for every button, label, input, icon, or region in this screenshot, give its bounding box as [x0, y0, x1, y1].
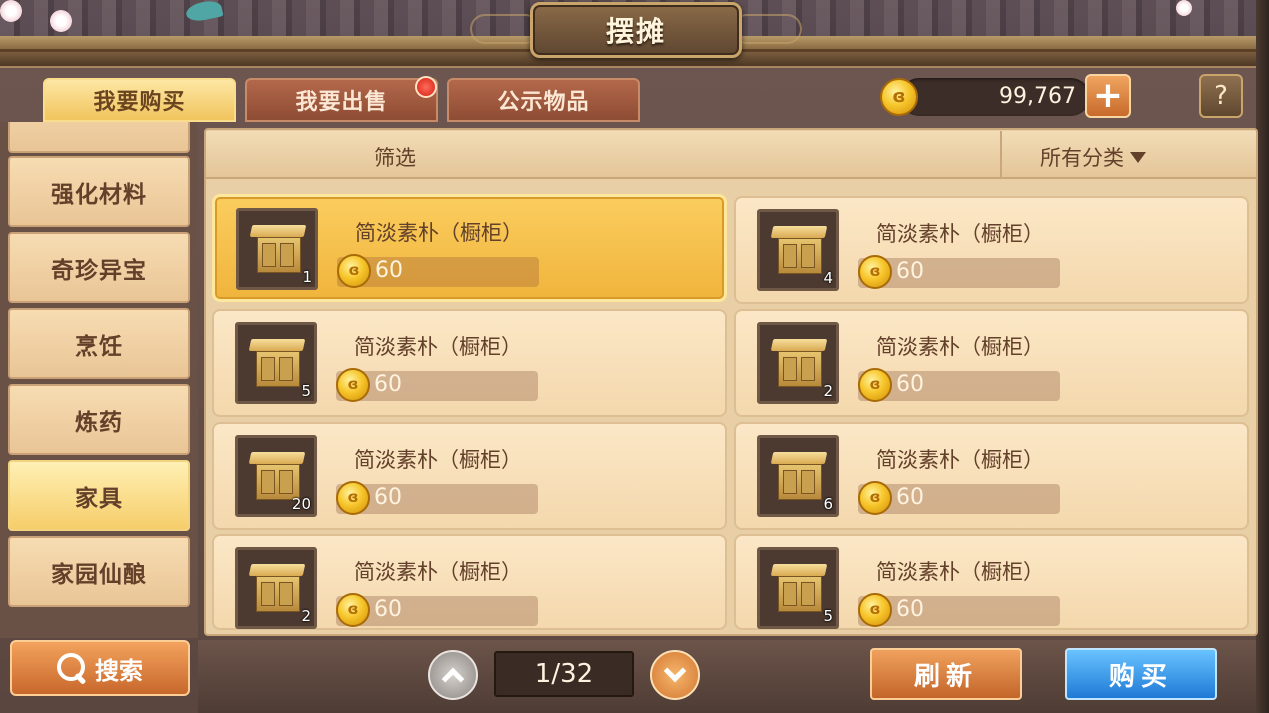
item-name: 简淡素朴（橱柜） — [354, 335, 522, 359]
gold-coin-icon: ɞ — [336, 368, 370, 402]
item-price: 60 — [896, 597, 924, 622]
tab-public-items[interactable]: 公示物品 — [447, 78, 640, 122]
sidebar-item-cooking[interactable]: 烹饪 — [8, 308, 190, 379]
dropdown-arrow-icon — [1130, 151, 1146, 163]
chevron-up-icon — [441, 667, 465, 691]
page-down-button[interactable] — [650, 650, 700, 700]
item-name: 简淡素朴（橱柜） — [876, 448, 1044, 472]
item-quantity: 4 — [823, 269, 833, 287]
sidebar-item-home-wine[interactable]: 家园仙酿 — [8, 536, 190, 607]
buy-button[interactable]: 购买 — [1065, 648, 1217, 700]
item-quantity: 2 — [301, 607, 311, 625]
chevron-down-icon — [663, 659, 687, 683]
item-card[interactable]: 20 简淡素朴（橱柜） ɞ 60 — [212, 422, 727, 530]
blossom-icon — [50, 10, 72, 32]
blossom-icon — [0, 0, 22, 22]
item-card[interactable]: 5 简淡素朴（橱柜） ɞ 60 — [212, 309, 727, 417]
gold-coin-icon: ɞ — [336, 593, 370, 627]
sidebar-item-alchemy[interactable]: 炼药 — [8, 384, 190, 455]
cabinet-item-icon: 6 — [757, 435, 839, 517]
notification-dot-icon — [415, 76, 437, 98]
item-card[interactable]: 2 简淡素朴（橱柜） ɞ 60 — [212, 534, 727, 630]
item-name: 简淡素朴（橱柜） — [355, 221, 523, 245]
item-name: 简淡素朴（橱柜） — [876, 335, 1044, 359]
filter-button[interactable]: 筛选 — [374, 142, 416, 172]
sidebar-item-partial[interactable] — [8, 122, 190, 153]
cabinet-item-icon: 2 — [235, 547, 317, 629]
add-currency-button[interactable]: + — [1085, 74, 1131, 118]
page-title: 摆摊 — [605, 15, 666, 48]
title-scroll-ornament-right — [732, 14, 802, 44]
currency-amount: 99,767 — [999, 84, 1076, 109]
tab-sell[interactable]: 我要出售 — [245, 78, 438, 122]
search-label: 搜索 — [95, 656, 143, 685]
gold-coin-icon: ɞ — [858, 593, 892, 627]
page-indicator: 1/32 — [494, 651, 634, 697]
search-icon — [57, 653, 87, 683]
item-name: 简淡素朴（橱柜） — [354, 448, 522, 472]
item-price: 60 — [896, 259, 924, 284]
gold-coin-icon: ɞ — [337, 254, 371, 288]
category-sidebar: 强化材料 奇珍异宝 烹饪 炼药 家具 家园仙酿 — [0, 122, 198, 638]
item-price: 60 — [374, 597, 402, 622]
item-quantity: 1 — [302, 268, 312, 286]
item-name: 简淡素朴（橱柜） — [354, 560, 522, 584]
item-price: 60 — [896, 485, 924, 510]
sidebar-item-enhance-materials[interactable]: 强化材料 — [8, 156, 190, 227]
cabinet-item-icon: 5 — [235, 322, 317, 404]
title-plaque: 摆摊 — [530, 2, 742, 58]
item-quantity: 6 — [823, 495, 833, 513]
blossom-icon — [1176, 0, 1192, 16]
cabinet-item-icon: 20 — [235, 435, 317, 517]
category-dropdown[interactable]: 所有分类 — [1040, 142, 1146, 172]
tab-buy[interactable]: 我要购买 — [43, 78, 236, 122]
item-card[interactable]: 4 简淡素朴（橱柜） ɞ 60 — [734, 196, 1249, 304]
item-quantity: 5 — [823, 607, 833, 625]
item-price: 60 — [374, 485, 402, 510]
help-button[interactable]: ? — [1199, 74, 1243, 118]
item-name: 简淡素朴（橱柜） — [876, 222, 1044, 246]
cabinet-item-icon: 2 — [757, 322, 839, 404]
item-price: 60 — [375, 258, 403, 283]
item-card[interactable]: 6 简淡素朴（橱柜） ɞ 60 — [734, 422, 1249, 530]
item-card[interactable]: 5 简淡素朴（橱柜） ɞ 60 — [734, 534, 1249, 630]
sidebar-item-furniture[interactable]: 家具 — [8, 460, 190, 531]
refresh-button[interactable]: 刷新 — [870, 648, 1022, 700]
item-price: 60 — [896, 372, 924, 397]
gold-coin-icon: ɞ — [858, 481, 892, 515]
item-quantity: 5 — [301, 382, 311, 400]
filter-divider — [1000, 131, 1002, 179]
gold-coin-icon: ɞ — [858, 255, 892, 289]
cabinet-item-icon: 5 — [757, 547, 839, 629]
item-card[interactable]: 2 简淡素朴（橱柜） ɞ 60 — [734, 309, 1249, 417]
item-name: 简淡素朴（橱柜） — [876, 560, 1044, 584]
item-quantity: 2 — [823, 382, 833, 400]
cabinet-item-icon: 1 — [236, 208, 318, 290]
cabinet-item-icon: 4 — [757, 209, 839, 291]
search-button[interactable]: 搜索 — [10, 640, 190, 696]
gold-coin-icon: ɞ — [858, 368, 892, 402]
sidebar-item-rare-treasures[interactable]: 奇珍异宝 — [8, 232, 190, 303]
gold-coin-icon: ɞ — [880, 78, 918, 116]
gold-coin-icon: ɞ — [336, 481, 370, 515]
item-price: 60 — [374, 372, 402, 397]
currency-display: 99,767 — [900, 78, 1090, 116]
item-card[interactable]: 1 简淡素朴（橱柜） ɞ 60 — [212, 194, 727, 302]
item-quantity: 20 — [291, 495, 311, 513]
category-dropdown-value: 所有分类 — [1040, 146, 1124, 170]
page-up-button[interactable] — [428, 650, 478, 700]
